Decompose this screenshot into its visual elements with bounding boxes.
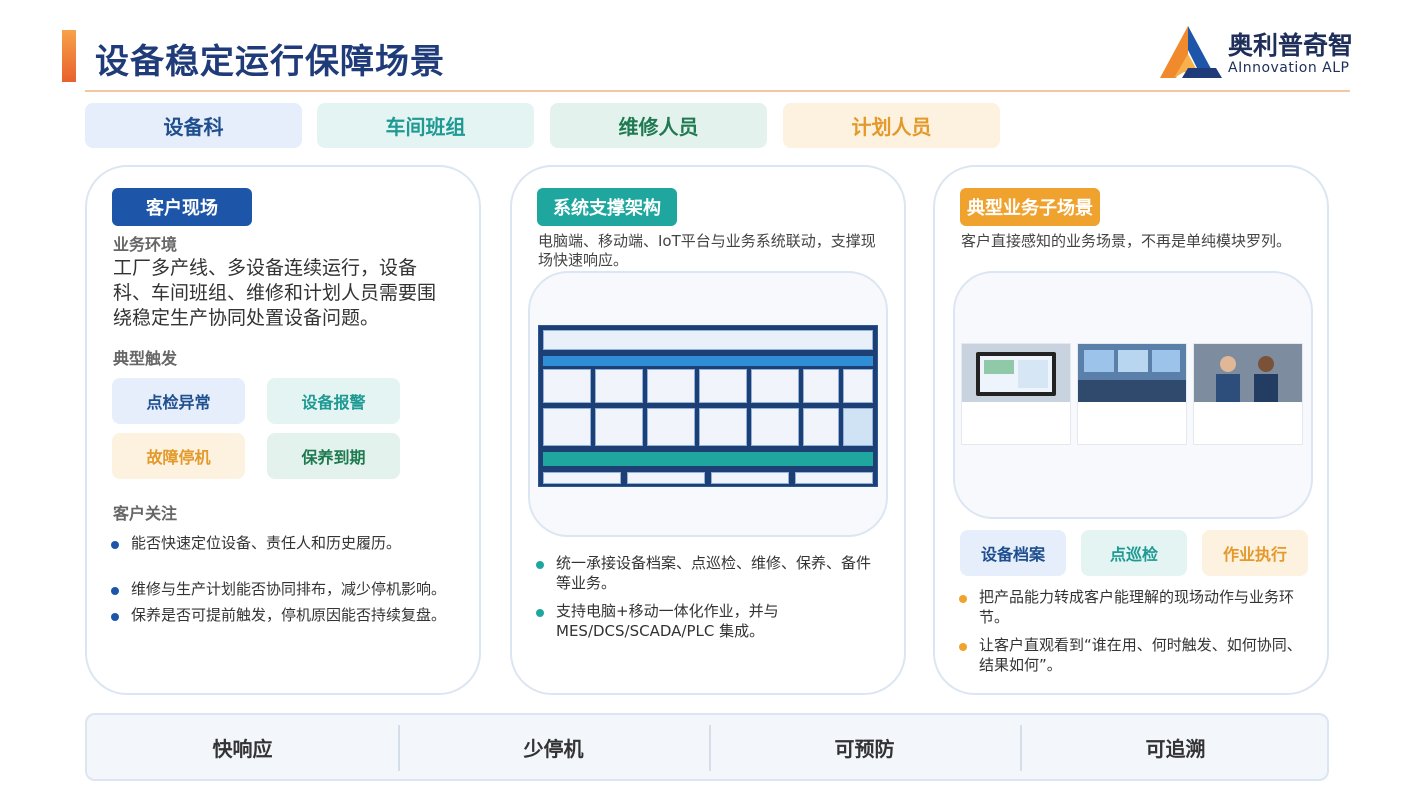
arch-module	[595, 408, 643, 446]
customer-concern-label: 客户关注	[113, 504, 178, 523]
role-maintenance-staff: 维修人员	[550, 103, 767, 148]
customer-site-badge: 客户现场	[112, 188, 252, 226]
arch-module	[699, 408, 747, 446]
arch-iot-band	[543, 452, 873, 466]
scene-equipment-archive	[961, 343, 1071, 445]
architecture-desc: 电脑端、移动端、IoT平台与业务系统联动，支撑现场快速响应。	[538, 232, 876, 269]
scene-inspection	[1077, 343, 1187, 445]
trigger-equipment-alarm: 设备报警	[267, 378, 400, 424]
page-title: 设备稳定运行保障场景	[95, 42, 445, 82]
pillar-preventable: 可预防	[834, 736, 895, 761]
architecture-diagram	[538, 325, 878, 487]
role-planner: 计划人员	[783, 103, 1000, 148]
arch-module	[699, 369, 747, 403]
logo-english-name: AInnovation ALP	[1228, 60, 1350, 76]
concern-list: 能否快速定位设备、责任人和历史履历。 维修与生产计划能否协同排布，减少停机影响。…	[111, 533, 451, 625]
system-architecture-badge: 系统支撑架构	[537, 188, 677, 226]
list-item: 维修与生产计划能否协同排布，减少停机影响。	[111, 579, 451, 599]
arch-platform-band	[543, 356, 873, 366]
arch-client-layer	[543, 330, 873, 350]
workers-icon	[1194, 344, 1302, 402]
customer-site-card: 客户现场 业务环境 工厂多产线、多设备连续运行，设备科、车间班组、维修和计划人员…	[85, 165, 481, 695]
title-accent-bar	[62, 30, 76, 82]
list-item: 保养是否可提前触发，停机原因能否持续复盘。	[111, 605, 451, 625]
pillar-fast-response: 快响应	[212, 736, 273, 761]
control-room-icon	[1078, 344, 1186, 402]
typical-scenario-badge: 典型业务子场景	[960, 188, 1100, 226]
pillar-traceable: 可追溯	[1145, 736, 1206, 761]
role-equipment-dept: 设备科	[85, 103, 302, 148]
arch-device-layer	[543, 472, 621, 484]
typical-scenario-card: 典型业务子场景 客户直接感知的业务场景，不再是单纯模块罗列。 设备档案 点巡检 …	[933, 165, 1329, 695]
list-item: 能否快速定位设备、责任人和历史履历。	[111, 533, 451, 553]
architecture-diagram-frame	[528, 271, 888, 537]
arch-module	[751, 369, 799, 403]
arch-module	[595, 369, 643, 403]
subscene-inspection: 点巡检	[1081, 530, 1187, 576]
arch-device-layer	[795, 472, 873, 484]
arch-module	[543, 408, 591, 446]
architecture-points: 统一承接设备档案、点巡检、维修、保养、备件等业务。 支持电脑+移动一体化作业，并…	[536, 553, 881, 641]
arch-database	[843, 408, 873, 446]
trigger-inspection-abnormal: 点检异常	[112, 378, 245, 424]
list-item: 统一承接设备档案、点巡检、维修、保养、备件等业务。	[536, 553, 881, 593]
trigger-maintenance-due: 保养到期	[267, 433, 400, 479]
header-divider	[85, 90, 1350, 92]
business-env-text: 工厂多产线、多设备连续运行，设备科、车间班组、维修和计划人员需要围绕稳定生产协同…	[113, 257, 437, 329]
laptop-dashboard-icon	[962, 344, 1070, 402]
scene-work-execution	[1193, 343, 1303, 445]
system-architecture-card: 系统支撑架构 电脑端、移动端、IoT平台与业务系统联动，支撑现场快速响应。 统一…	[510, 165, 906, 695]
list-item: 支持电脑+移动一体化作业，并与MES/DCS/SCADA/PLC 集成。	[536, 601, 881, 641]
scenario-desc: 客户直接感知的业务场景，不再是单纯模块罗列。	[961, 232, 1292, 250]
typical-trigger-label: 典型触发	[113, 349, 178, 368]
arch-module	[843, 369, 873, 403]
list-item: 把产品能力转成客户能理解的现场动作与业务环节。	[959, 587, 1304, 627]
arch-module	[647, 369, 695, 403]
logo-chinese-name: 奥利普奇智	[1228, 31, 1354, 60]
scenario-preview-frame	[953, 271, 1313, 519]
arch-module	[647, 408, 695, 446]
value-pillars-bar: 快响应 少停机 可预防 可追溯	[85, 713, 1329, 781]
arch-module	[803, 408, 839, 446]
arch-module	[803, 369, 839, 403]
business-env-label: 业务环境	[113, 235, 178, 254]
subscene-equipment-archive: 设备档案	[960, 530, 1066, 576]
list-item: 让客户直观看到“谁在用、何时触发、如何协同、结果如何”。	[959, 635, 1304, 675]
subscene-work-execution: 作业执行	[1202, 530, 1308, 576]
arch-module	[543, 369, 591, 403]
trigger-failure-shutdown: 故障停机	[112, 433, 245, 479]
arch-device-layer	[711, 472, 789, 484]
arch-module	[751, 408, 799, 446]
scenario-points: 把产品能力转成客户能理解的现场动作与业务环节。 让客户直观看到“谁在用、何时触发…	[959, 587, 1304, 675]
logo-mark-icon	[1160, 26, 1222, 78]
pillar-less-downtime: 少停机	[523, 736, 584, 761]
arch-device-layer	[627, 472, 705, 484]
role-workshop-team: 车间班组	[317, 103, 534, 148]
company-logo: 奥利普奇智 AInnovation ALP	[1158, 22, 1358, 82]
